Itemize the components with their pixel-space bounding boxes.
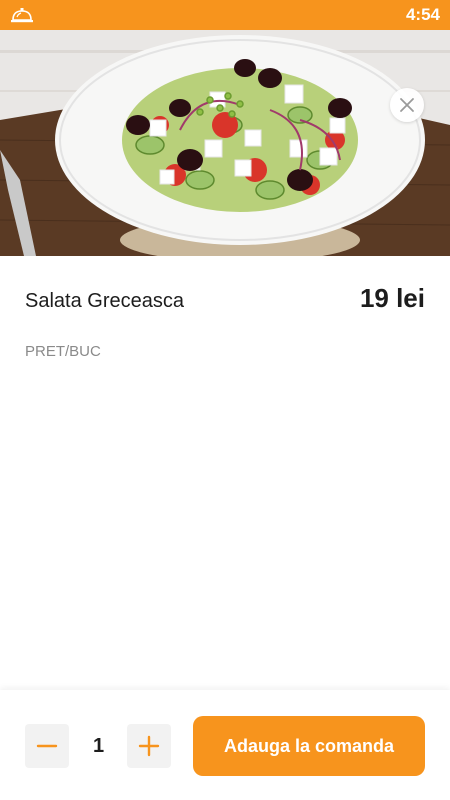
product-header: Salata Greceasca 19 lei: [25, 283, 425, 314]
minus-icon: [36, 744, 58, 748]
quantity-value: 1: [92, 734, 105, 757]
service-bell-icon: [11, 8, 33, 23]
close-button[interactable]: [390, 88, 424, 122]
greek-salad-photo: [0, 30, 450, 256]
decrease-quantity-button[interactable]: [25, 724, 69, 768]
close-icon: [400, 98, 414, 112]
add-to-order-button[interactable]: Adauga la comanda: [193, 716, 425, 776]
price-unit-label: PRET/BUC: [25, 343, 101, 360]
product-image: [0, 30, 450, 256]
product-name: Salata Greceasca: [25, 290, 184, 312]
increase-quantity-button[interactable]: [127, 724, 171, 768]
plus-icon: [138, 735, 160, 757]
product-price: 19 lei: [359, 283, 425, 313]
status-bar: 4:54: [0, 0, 450, 30]
status-time: 4:54: [405, 5, 440, 24]
order-bar: 1 Adauga la comanda: [0, 690, 450, 800]
